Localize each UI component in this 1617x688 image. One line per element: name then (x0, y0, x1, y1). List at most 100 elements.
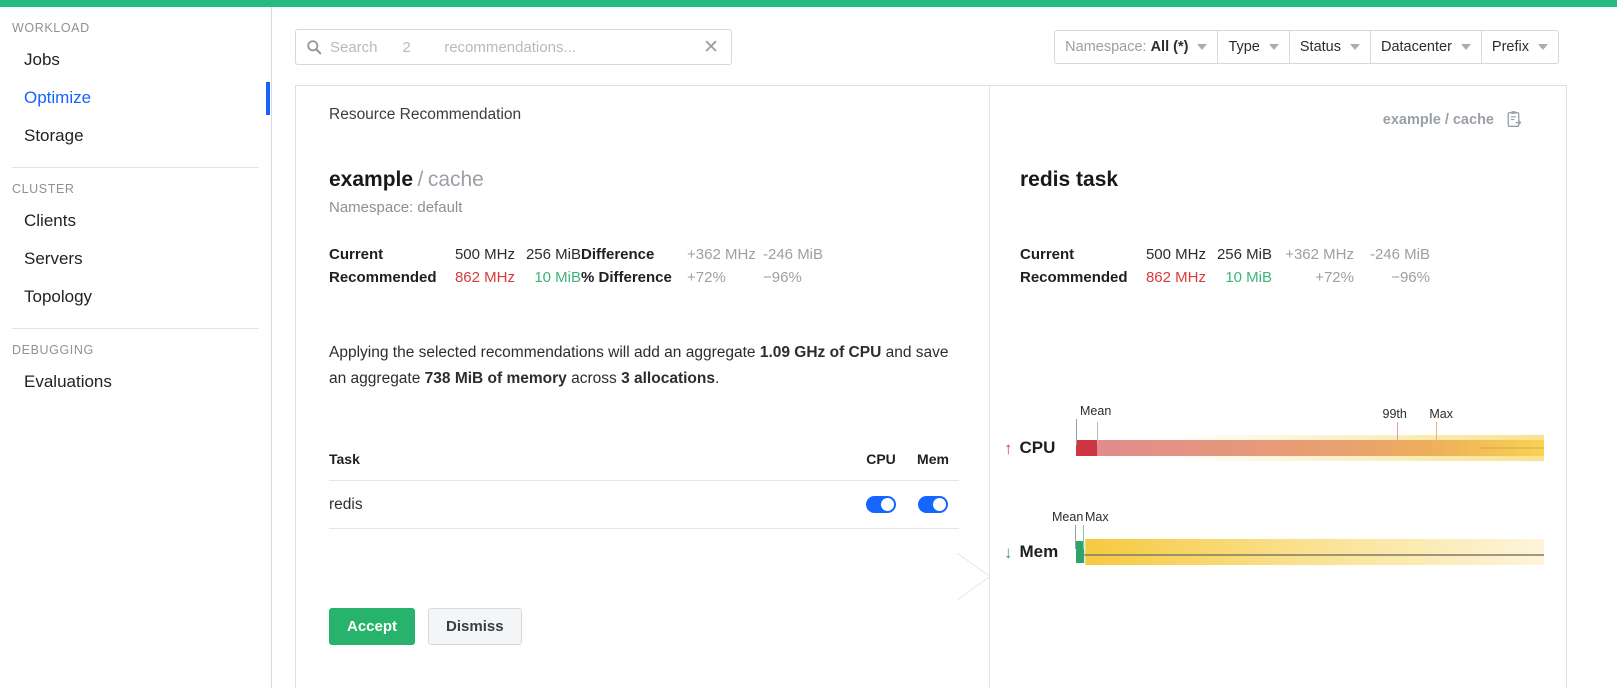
summary-part-4: . (715, 370, 719, 387)
task-current-mem: 256 MiB (1206, 246, 1272, 263)
table-header-row: Task CPU Mem (329, 451, 959, 481)
stats-pct-difference-cpu: +72% (687, 269, 763, 286)
sidebar-item-clients[interactable]: Clients (0, 202, 271, 240)
filter-namespace[interactable]: Namespace: All (*) (1054, 30, 1217, 64)
search-box[interactable]: Search 2 recommendations... ✕ (295, 29, 732, 65)
stats-difference-label: Difference (581, 246, 687, 263)
task-pct-difference-cpu: +72% (1272, 269, 1354, 286)
mem-chart-label: ↓ Mem (1004, 539, 1058, 565)
namespace-label: Namespace: default (329, 199, 462, 216)
mem-tick-mean-label: Mean (1052, 510, 1083, 524)
chevron-down-icon (1269, 44, 1279, 50)
task-group-name: cache (428, 168, 484, 191)
stats-current-mem: 256 MiB (515, 246, 581, 263)
task-pct-difference-mem: −96% (1354, 269, 1430, 286)
mem-tick-max-line (1083, 525, 1084, 549)
table-row[interactable]: redis (329, 481, 959, 529)
filter-status-value: Status (1300, 39, 1341, 55)
chevron-down-icon (1538, 44, 1548, 50)
summary-cpu-total: 1.09 GHz of CPU (760, 344, 881, 361)
stats-current-label: Current (329, 246, 441, 263)
chevron-down-icon (1197, 44, 1207, 50)
sidebar-item-optimize[interactable]: Optimize (0, 79, 271, 117)
filter-namespace-prefix: Namespace: (1065, 39, 1146, 55)
filter-type[interactable]: Type (1217, 30, 1288, 64)
stats-difference-mem: -246 MiB (763, 246, 833, 263)
cpu-usage-chart: ↑ CPU (1004, 399, 1544, 461)
task-resource-stats: Current 500 MHz 256 MiB +362 MHz -246 Mi… (1020, 246, 1430, 286)
mem-tick-mean-line (1075, 525, 1076, 549)
resource-stats-table: Current 500 MHz 256 MiB Difference +362 … (329, 246, 833, 286)
mem-chart-plot: Mean Max (1076, 539, 1544, 565)
sidebar-item-servers[interactable]: Servers (0, 240, 271, 278)
accept-button[interactable]: Accept (329, 608, 415, 645)
cpu-tick-99th-label: 99th (1383, 407, 1407, 421)
mem-toggle[interactable] (918, 496, 948, 513)
cpu-tick-mean-label: Mean (1080, 404, 1111, 418)
app-top-accent-bar (0, 0, 1617, 7)
aggregate-summary-text: Applying the selected recommendations wi… (329, 340, 964, 392)
cpu-tick-mean-line (1076, 419, 1077, 445)
memory-usage-chart: ↓ Mem (1004, 503, 1544, 565)
sidebar: WORKLOAD Jobs Optimize Storage CLUSTER C… (0, 7, 272, 688)
sidebar-item-storage[interactable]: Storage (0, 117, 271, 155)
cpu-chart-plot: Mean 99th Max (1076, 435, 1544, 461)
filter-type-value: Type (1228, 39, 1259, 55)
stats-pct-difference-mem: −96% (763, 269, 833, 286)
summary-allocation-count: 3 allocations (621, 370, 715, 387)
arrow-up-icon: ↑ (1004, 440, 1013, 457)
filter-prefix[interactable]: Prefix (1481, 30, 1559, 64)
breadcrumb: example / cache (1383, 110, 1523, 129)
arrow-down-icon: ↓ (1004, 544, 1013, 561)
card-title: Resource Recommendation (329, 106, 521, 124)
task-difference-cpu: +362 MHz (1272, 246, 1354, 263)
chevron-down-icon (1461, 44, 1471, 50)
dismiss-button[interactable]: Dismiss (428, 608, 522, 645)
table-col-cpu: CPU (855, 451, 907, 467)
summary-mem-total: 738 MiB of memory (425, 370, 567, 387)
summary-part-3: across (567, 370, 621, 387)
clipboard-copy-icon[interactable] (1504, 110, 1523, 129)
task-recommended-label: Recommended (1020, 269, 1132, 286)
job-name: example (329, 168, 413, 191)
stats-recommended-cpu: 862 MHz (441, 269, 515, 286)
job-breadcrumb: example / cache (329, 168, 484, 192)
recommendation-summary-pane: Resource Recommendation example / cache … (296, 86, 990, 688)
sidebar-section-workload-label: WORKLOAD (0, 7, 271, 41)
filter-datacenter-value: Datacenter (1381, 39, 1452, 55)
selected-row-pointer-icon (957, 553, 991, 600)
filter-prefix-value: Prefix (1492, 39, 1529, 55)
mem-chart-title: Mem (1020, 542, 1059, 562)
search-icon (306, 39, 322, 55)
cpu-current-marker (1097, 422, 1098, 444)
breadcrumb-text: example / cache (1383, 112, 1494, 128)
mem-tick-max-label: Max (1085, 510, 1109, 524)
optimize-page: WORKLOAD Jobs Optimize Storage CLUSTER C… (0, 0, 1617, 688)
stats-difference-cpu: +362 MHz (687, 246, 763, 263)
filter-namespace-value: All (*) (1151, 39, 1189, 55)
cpu-tick-max-label: Max (1429, 407, 1453, 421)
task-detail-title: redis task (1020, 168, 1118, 192)
task-recommended-cpu: 862 MHz (1132, 269, 1206, 286)
chevron-down-icon (1350, 44, 1360, 50)
table-col-mem: Mem (907, 451, 959, 467)
stats-recommended-mem: 10 MiB (515, 269, 581, 286)
summary-part-1: Applying the selected recommendations wi… (329, 344, 760, 361)
search-input[interactable]: Search 2 recommendations... (330, 39, 701, 56)
sidebar-item-jobs[interactable]: Jobs (0, 41, 271, 79)
filter-bar: Namespace: All (*) Type Status Datacente… (1054, 30, 1559, 64)
filter-datacenter[interactable]: Datacenter (1370, 30, 1481, 64)
task-difference-mem: -246 MiB (1354, 246, 1430, 263)
task-name: redis (329, 496, 855, 514)
stats-current-cpu: 500 MHz (441, 246, 515, 263)
stats-pct-difference-label: % Difference (581, 269, 687, 286)
recommendation-card: Resource Recommendation example / cache … (295, 85, 1567, 688)
filter-status[interactable]: Status (1289, 30, 1370, 64)
sidebar-section-cluster-label: CLUSTER (0, 168, 271, 202)
task-current-cpu: 500 MHz (1132, 246, 1206, 263)
sidebar-item-evaluations[interactable]: Evaluations (0, 363, 271, 401)
sidebar-item-topology[interactable]: Topology (0, 278, 271, 316)
clear-search-icon[interactable]: ✕ (701, 38, 721, 57)
action-buttons: Accept Dismiss (329, 608, 522, 645)
cpu-toggle[interactable] (866, 496, 896, 513)
